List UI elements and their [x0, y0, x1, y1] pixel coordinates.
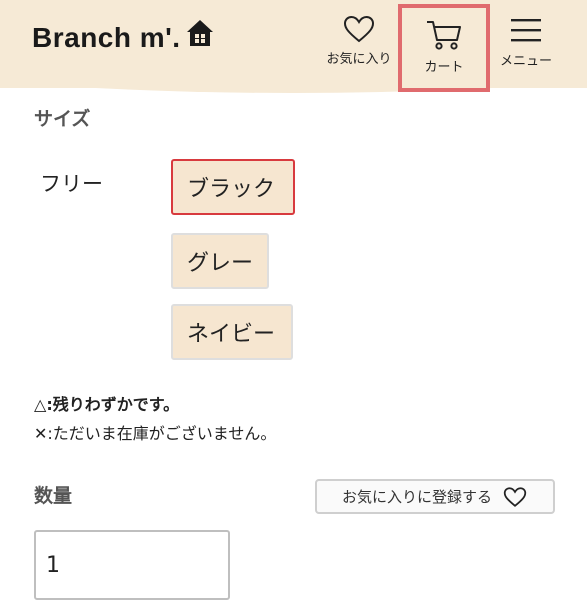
color-option-black[interactable]: ブラック: [171, 159, 295, 215]
color-option-label: グレー: [187, 251, 254, 276]
color-option-label: ネイビー: [187, 322, 276, 347]
color-option-navy[interactable]: ネイビー: [171, 304, 293, 360]
logo[interactable]: Branch m'.: [32, 20, 215, 56]
quantity-title: 数量: [34, 485, 73, 507]
logo-text: Branch m'.: [32, 22, 181, 53]
nav-favorites[interactable]: お気に入り: [320, 14, 398, 67]
stock-note-text: :残りわずかです。: [46, 395, 180, 414]
header-curve: [0, 72, 587, 93]
size-label: フリー: [40, 172, 103, 196]
cross-icon: ✕: [34, 424, 48, 443]
stock-note-text: :ただいま在庫がございません。: [47, 424, 277, 443]
hamburger-icon: [511, 19, 541, 42]
cart-icon: [427, 21, 461, 50]
nav-menu[interactable]: メニュー: [496, 14, 556, 69]
nav-cart[interactable]: カート: [398, 4, 490, 92]
nav-cart-label: カート: [424, 60, 464, 75]
triangle-icon: △: [34, 395, 47, 414]
stock-note-low: △:残りわずかです。: [34, 391, 179, 415]
heart-icon: [343, 15, 375, 43]
color-option-label: ブラック: [187, 177, 276, 202]
size-section-title: サイズ: [34, 108, 91, 130]
nav-menu-label: メニュー: [499, 54, 552, 69]
nav-favorites-label: お気に入り: [326, 52, 392, 67]
color-option-gray[interactable]: グレー: [171, 233, 269, 289]
stock-note-out: ✕:ただいま在庫がございません。: [34, 420, 276, 444]
add-to-favorites-label: お気に入りに登録する: [341, 488, 492, 506]
house-icon: [186, 20, 213, 46]
heart-icon: [503, 486, 527, 507]
add-to-favorites-button[interactable]: お気に入りに登録する: [315, 479, 555, 514]
